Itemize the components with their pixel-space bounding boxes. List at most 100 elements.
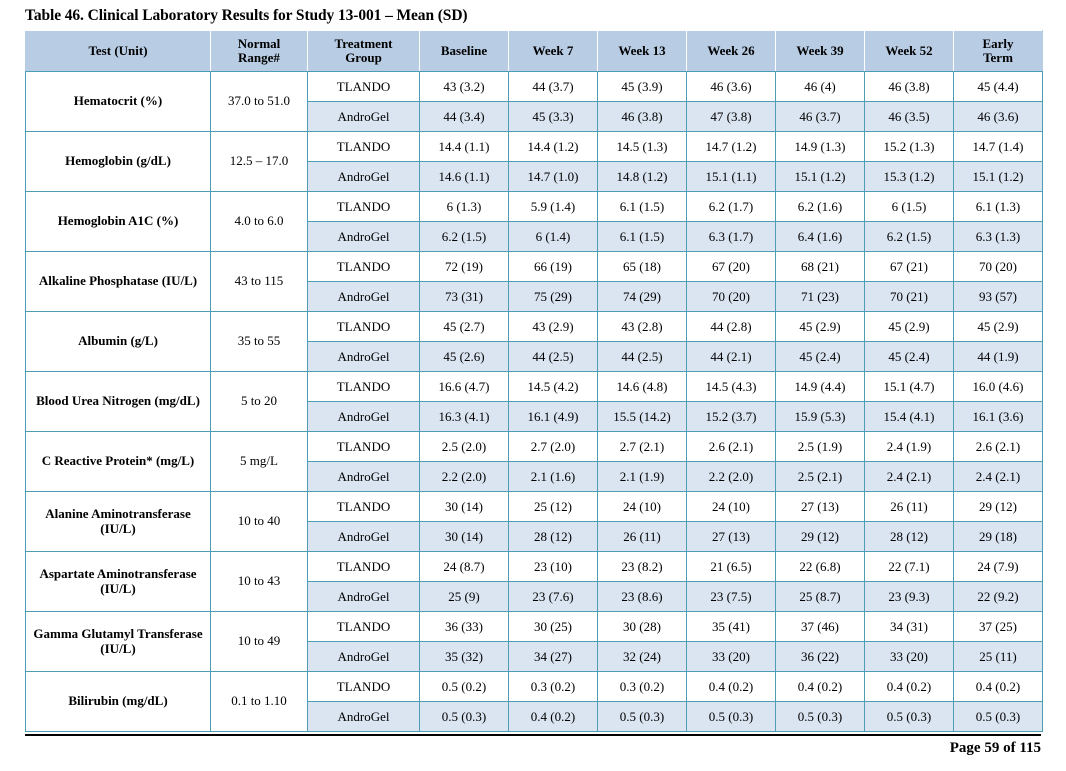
value-cell: 68 (21): [775, 251, 865, 282]
value-cell: 65 (18): [597, 251, 687, 282]
value-cell: 14.7 (1.2): [686, 131, 776, 162]
value-cell: 14.7 (1.0): [508, 161, 598, 192]
table-header: Test (Unit) Normal Range# Treatment Group Bas…: [25, 30, 1043, 72]
value-cell: 27 (13): [686, 521, 776, 552]
value-cell: 23 (7.6): [508, 581, 598, 612]
value-cell: 44 (2.8): [686, 311, 776, 342]
table-row: Gamma Glutamyl Transferase (IU/L) 10 to 4…: [25, 611, 1043, 672]
normal-range-cell: 4.0 to 6.0: [210, 191, 308, 252]
value-cell: 23 (10): [508, 551, 598, 582]
footer-divider: [25, 734, 1041, 736]
normal-range-cell: 12.5 – 17.0: [210, 131, 308, 192]
value-cell: 15.5 (14.2): [597, 401, 687, 432]
value-cell: 27 (13): [775, 491, 865, 522]
value-cell: 6.1 (1.5): [597, 191, 687, 222]
column-header-line: Test (Unit): [88, 42, 148, 58]
test-name-cell: C Reactive Protein* (mg/L): [25, 431, 211, 492]
normal-range-cell: 10 to 40: [210, 491, 308, 552]
table-header-row: Test (Unit) Normal Range# Treatment Group Bas…: [25, 30, 1043, 72]
value-cell: 2.7 (2.1): [597, 431, 687, 462]
value-cell: 45 (3.3): [508, 101, 598, 132]
value-cell: 70 (20): [686, 281, 776, 312]
value-cell: 0.3 (0.2): [508, 671, 598, 702]
treatment-group-cell: TLANDO: [307, 491, 420, 522]
column-header-line: Range#: [238, 50, 280, 65]
column-header-line: Week 39: [796, 42, 844, 58]
value-cell: 15.1 (1.1): [686, 161, 776, 192]
column-header-1: Normal Range#: [210, 30, 308, 72]
value-cell: 15.3 (1.2): [864, 161, 954, 192]
value-cell: 45 (2.9): [775, 311, 865, 342]
document-page: Table 46. Clinical Laboratory Results fo…: [0, 0, 1066, 771]
value-cell: 70 (21): [864, 281, 954, 312]
column-header-line: Week 26: [707, 42, 755, 58]
value-cell: 44 (2.5): [508, 341, 598, 372]
value-cell: 43 (2.8): [597, 311, 687, 342]
treatment-group-cell: AndroGel: [307, 521, 420, 552]
normal-range-cell: 43 to 115: [210, 251, 308, 312]
treatment-group-cell: AndroGel: [307, 581, 420, 612]
value-cell: 46 (3.6): [686, 71, 776, 102]
value-cell: 24 (10): [686, 491, 776, 522]
value-cell: 6 (1.3): [419, 191, 509, 222]
normal-range-cell: 0.1 to 1.10: [210, 671, 308, 732]
treatment-group-cell: TLANDO: [307, 671, 420, 702]
treatment-group-cell: TLANDO: [307, 191, 420, 222]
treatment-group-cell: AndroGel: [307, 641, 420, 672]
value-cell: 2.5 (2.1): [775, 461, 865, 492]
page-number: Page 59 of 115: [949, 740, 1041, 756]
value-cell: 0.5 (0.3): [419, 701, 509, 732]
value-cell: 0.5 (0.3): [864, 701, 954, 732]
column-header-line: Week 13: [618, 42, 666, 58]
value-cell: 25 (12): [508, 491, 598, 522]
value-cell: 36 (22): [775, 641, 865, 672]
value-cell: 29 (12): [775, 521, 865, 552]
value-cell: 71 (23): [775, 281, 865, 312]
value-cell: 34 (31): [864, 611, 954, 642]
value-cell: 26 (11): [597, 521, 687, 552]
value-cell: 45 (2.9): [953, 311, 1043, 342]
value-cell: 47 (3.8): [686, 101, 776, 132]
value-cell: 14.7 (1.4): [953, 131, 1043, 162]
value-cell: 72 (19): [419, 251, 509, 282]
value-cell: 32 (24): [597, 641, 687, 672]
table-row: Albumin (g/L) 35 to 55 TLANDO 45 (2.7) 43 (2…: [25, 311, 1043, 372]
table-row: C Reactive Protein* (mg/L) 5 mg/L TLANDO 2.…: [25, 431, 1043, 492]
value-cell: 33 (20): [686, 641, 776, 672]
normal-range-cell: 10 to 49: [210, 611, 308, 672]
treatment-group-cell: AndroGel: [307, 341, 420, 372]
column-header-line: Normal: [237, 35, 281, 51]
value-cell: 6.3 (1.7): [686, 221, 776, 252]
value-cell: 14.4 (1.1): [419, 131, 509, 162]
lab-results-table: Test (Unit) Normal Range# Treatment Group Bas…: [25, 30, 1043, 732]
test-name-cell: Gamma Glutamyl Transferase (IU/L): [25, 611, 211, 672]
value-cell: 6 (1.5): [864, 191, 954, 222]
treatment-group-cell: AndroGel: [307, 401, 420, 432]
treatment-group-cell: TLANDO: [307, 611, 420, 642]
value-cell: 67 (20): [686, 251, 776, 282]
column-header-line: Baseline: [440, 42, 488, 58]
table-row: Alanine Aminotransferase (IU/L) 10 to 40 T…: [25, 491, 1043, 552]
value-cell: 0.4 (0.2): [508, 701, 598, 732]
value-cell: 29 (12): [953, 491, 1043, 522]
value-cell: 14.6 (1.1): [419, 161, 509, 192]
value-cell: 6.3 (1.3): [953, 221, 1043, 252]
value-cell: 45 (4.4): [953, 71, 1043, 102]
treatment-group-cell: TLANDO: [307, 251, 420, 282]
value-cell: 6.1 (1.3): [953, 191, 1043, 222]
normal-range-cell: 5 mg/L: [210, 431, 308, 492]
column-header-5: Week 13: [597, 30, 687, 72]
value-cell: 5.9 (1.4): [508, 191, 598, 222]
column-header-line: Week 52: [885, 42, 933, 58]
column-header-line: Term: [983, 50, 1013, 65]
value-cell: 6.2 (1.7): [686, 191, 776, 222]
value-cell: 15.1 (1.2): [953, 161, 1043, 192]
value-cell: 15.9 (5.3): [775, 401, 865, 432]
treatment-group-cell: AndroGel: [307, 161, 420, 192]
value-cell: 22 (7.1): [864, 551, 954, 582]
value-cell: 6.4 (1.6): [775, 221, 865, 252]
value-cell: 45 (3.9): [597, 71, 687, 102]
value-cell: 2.2 (2.0): [419, 461, 509, 492]
value-cell: 2.1 (1.9): [597, 461, 687, 492]
column-header-2: Treatment Group: [307, 30, 420, 72]
